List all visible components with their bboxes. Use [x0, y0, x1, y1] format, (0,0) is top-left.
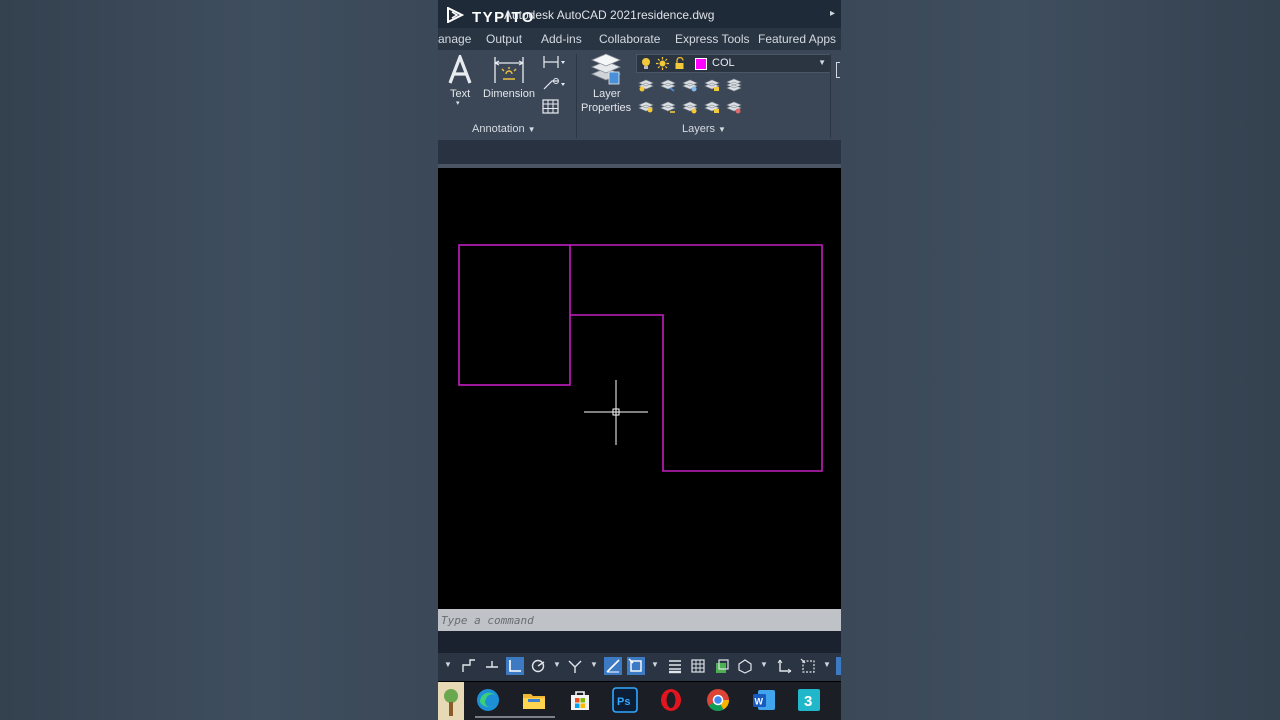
layer-match-icon[interactable]: [726, 78, 742, 92]
ucs-icon[interactable]: [776, 657, 794, 675]
layer-lock-icon[interactable]: [704, 78, 720, 92]
object-snap-button[interactable]: [627, 657, 645, 675]
object-snap-icon: [628, 658, 642, 672]
dimension-tool-icon[interactable]: [493, 55, 525, 85]
command-input[interactable]: [441, 612, 836, 628]
drawing-geometry: [458, 244, 823, 472]
typito-logo-icon: [447, 7, 464, 23]
3d-snap-dropdown-icon[interactable]: ▼: [760, 660, 768, 669]
text-tool-label[interactable]: Text: [450, 88, 470, 100]
layer-isolate-icon[interactable]: [638, 78, 654, 92]
tab-manage[interactable]: anage: [438, 32, 471, 46]
drawing-canvas[interactable]: [438, 168, 841, 609]
annotation-panel-title[interactable]: Annotation ▼: [472, 123, 536, 135]
text-tool-icon[interactable]: [447, 55, 473, 85]
current-layer-name: COL: [712, 57, 735, 69]
layer-previous-icon[interactable]: [660, 100, 676, 114]
text-tool-dropdown-icon[interactable]: ▾: [456, 99, 460, 107]
title-bar: TYPITO Autodesk AutoCAD 2021 residence.d…: [438, 0, 841, 28]
layer-unisolate-icon[interactable]: [660, 78, 676, 92]
gizmo-dropdown-icon[interactable]: ▼: [823, 660, 831, 669]
polar-dropdown-icon[interactable]: ▼: [553, 660, 561, 669]
polar-tracking-icon[interactable]: [529, 657, 547, 675]
svg-text:3: 3: [804, 693, 812, 710]
layer-on-bulb-icon[interactable]: [640, 57, 652, 70]
ortho-mode-button[interactable]: [506, 657, 524, 675]
layers-panel-expand-icon[interactable]: ▼: [718, 125, 726, 134]
autocad-3-icon[interactable]: 3: [796, 687, 822, 713]
clipped-panel-icon[interactable]: [836, 62, 840, 78]
layer-thaw-all-icon[interactable]: [682, 100, 698, 114]
tab-output[interactable]: Output: [486, 32, 522, 46]
ortho-icon: [509, 660, 521, 672]
layer-properties-icon[interactable]: [589, 52, 623, 86]
layer-freeze-icon[interactable]: [682, 78, 698, 92]
blurred-background-right: [841, 0, 1280, 720]
layer-properties-label-line2[interactable]: Properties: [581, 102, 631, 114]
linear-dimension-icon[interactable]: [542, 55, 566, 69]
blurred-background-left: [0, 0, 438, 720]
layer-walk-icon[interactable]: [726, 100, 742, 114]
object-snap-tracking-button[interactable]: [604, 657, 622, 675]
selection-cycling-icon[interactable]: [713, 657, 731, 675]
windows-app-icon[interactable]: [438, 682, 464, 720]
layer-unlock-all-icon[interactable]: [704, 100, 720, 114]
tab-featured-apps[interactable]: Featured Apps: [758, 32, 836, 46]
isodraft-dropdown-icon[interactable]: ▼: [590, 660, 598, 669]
transparency-icon[interactable]: [689, 657, 707, 675]
file-explorer-icon[interactable]: [521, 687, 547, 713]
leader-icon[interactable]: [542, 77, 566, 91]
panel-divider: [830, 54, 831, 138]
make-current-layer-icon[interactable]: [638, 100, 654, 114]
table-icon[interactable]: [542, 99, 560, 115]
gizmo-icon[interactable]: [799, 657, 817, 675]
tab-add-ins[interactable]: Add-ins: [541, 32, 582, 46]
layer-thaw-sun-icon[interactable]: [656, 57, 669, 70]
layers-panel-title[interactable]: Layers ▼: [682, 123, 726, 135]
title-overflow-icon[interactable]: ▸: [830, 8, 835, 19]
object-snap-tracking-icon: [606, 659, 620, 673]
crosshair-cursor-icon: [584, 380, 648, 445]
isodraft-icon[interactable]: [566, 657, 584, 675]
photoshop-icon[interactable]: Ps: [612, 687, 638, 713]
svg-text:Ps: Ps: [617, 696, 630, 708]
chevron-down-icon[interactable]: ▼: [818, 58, 826, 67]
tab-collaborate[interactable]: Collaborate: [599, 32, 660, 46]
annotation-panel-expand-icon[interactable]: ▼: [528, 125, 536, 134]
ribbon-tabs: anage Output Add-ins Collaborate Express…: [438, 28, 841, 50]
word-icon[interactable]: W: [751, 687, 777, 713]
app-title: Autodesk AutoCAD 2021: [504, 8, 637, 22]
3d-object-snap-icon[interactable]: [736, 657, 754, 675]
model-tab-area: [438, 631, 841, 653]
object-snap-dropdown-icon[interactable]: ▼: [651, 660, 659, 669]
lineweight-icon[interactable]: [666, 657, 684, 675]
layer-color-swatch: [695, 58, 707, 70]
status-menu-chevron-icon[interactable]: ▼: [444, 660, 452, 669]
store-icon[interactable]: [567, 687, 593, 713]
chrome-icon[interactable]: [705, 687, 731, 713]
opera-icon[interactable]: [658, 687, 684, 713]
layer-properties-label-line1[interactable]: Layer: [593, 88, 621, 100]
edge-icon[interactable]: [475, 687, 501, 713]
layer-dropdown[interactable]: COL ▼: [636, 54, 831, 73]
autocad-window: TYPITO Autodesk AutoCAD 2021 residence.d…: [438, 0, 841, 720]
layer-unlock-icon[interactable]: [674, 57, 686, 70]
taskbar-active-indicator: [475, 716, 555, 718]
column-outline-right: [570, 244, 823, 472]
panel-divider: [576, 54, 577, 138]
dimension-tool-label[interactable]: Dimension: [483, 88, 535, 100]
clipped-status-toggle[interactable]: [836, 657, 841, 675]
svg-text:W: W: [755, 697, 764, 707]
file-tab-strip: [438, 140, 841, 164]
command-line: [438, 609, 841, 631]
document-title: residence.dwg: [637, 8, 715, 22]
column-outline-left: [458, 244, 571, 386]
tab-express-tools[interactable]: Express Tools: [675, 32, 749, 46]
grid-snap-icon[interactable]: [460, 657, 478, 675]
infer-constraints-icon[interactable]: [483, 657, 501, 675]
